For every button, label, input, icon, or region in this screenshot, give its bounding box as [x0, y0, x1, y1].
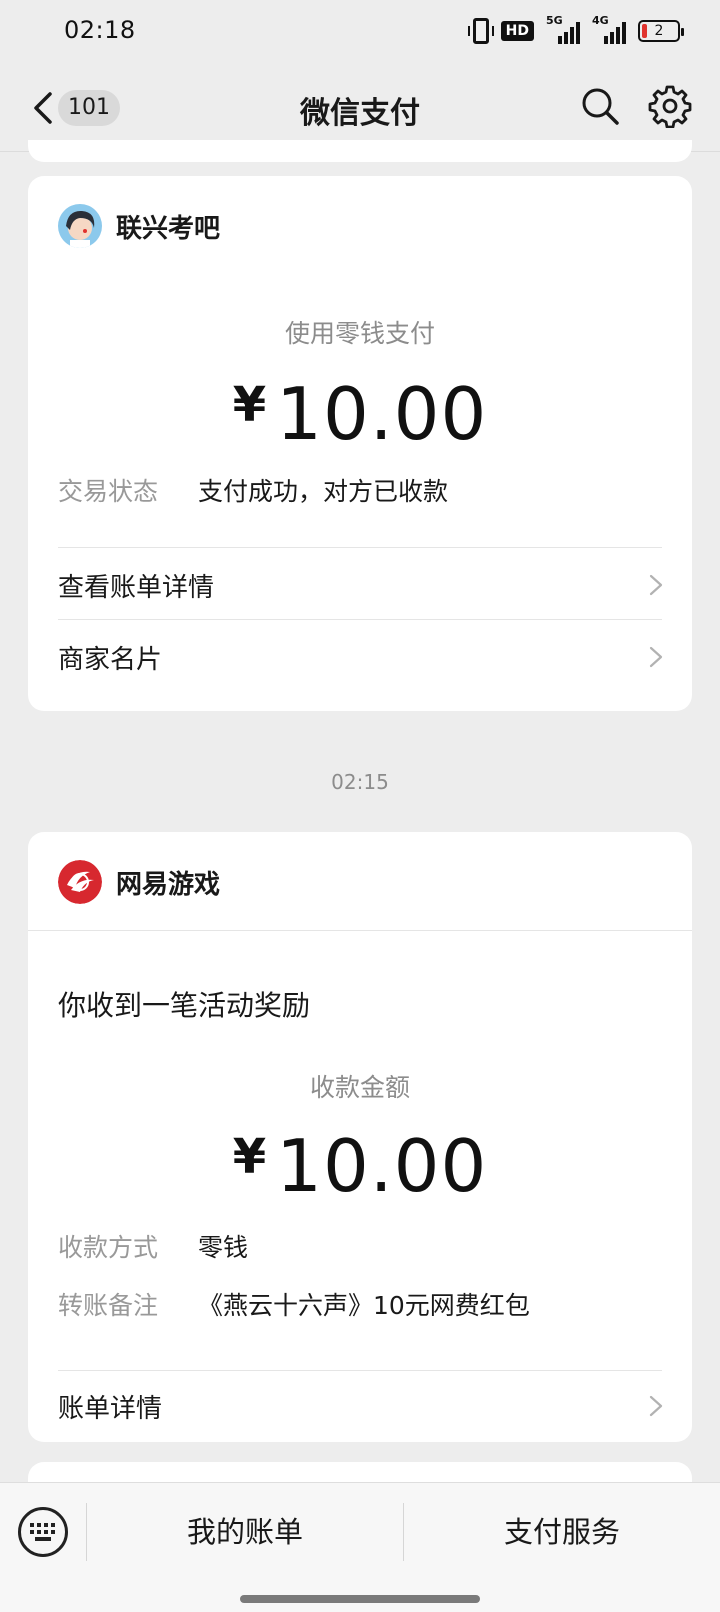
merchant-card-row[interactable]: 商家名片 — [58, 625, 664, 689]
row-label: 账单详情 — [58, 1393, 163, 1424]
signal-5g-icon: 5G — [546, 14, 580, 44]
amount-value: 10.00 — [276, 372, 488, 456]
keyboard-toggle-button[interactable] — [18, 1507, 68, 1557]
amount-label: 收款金额 — [309, 1073, 410, 1102]
divider — [58, 619, 662, 620]
chevron-right-icon — [649, 574, 663, 596]
receive-method-row: 收款方式 零钱 — [58, 1228, 248, 1264]
amount-value: 10.00 — [276, 1124, 488, 1208]
payment-card-1: 联兴考吧 使用零钱支付 ¥10.00 交易状态 支付成功，对方已收款 查看账单详… — [28, 176, 692, 711]
search-icon[interactable] — [580, 86, 620, 126]
vibrate-icon — [467, 18, 494, 44]
battery-level: 2 — [654, 23, 664, 39]
view-bill-details-row[interactable]: 查看账单详情 — [58, 553, 664, 617]
divider — [28, 930, 692, 931]
received-amount: ¥10.00 — [28, 1124, 692, 1208]
status-icons: HD 5G 4G 2 — [467, 14, 684, 44]
payment-card-2: 网易游戏 你收到一笔活动奖励 收款金额 ¥10.00 收款方式 零钱 转账备注 … — [28, 832, 692, 1442]
merchant-avatar — [58, 204, 102, 248]
my-bills-tab[interactable]: 我的账单 — [88, 1507, 402, 1557]
note-value: 《燕云十六声》10元网费红包 — [198, 1291, 530, 1320]
transaction-status-row: 交易状态 支付成功，对方已收款 — [58, 472, 448, 508]
gear-icon[interactable] — [648, 84, 692, 128]
payment-services-tab[interactable]: 支付服务 — [404, 1507, 720, 1557]
message-timestamp: 02:15 — [331, 770, 389, 794]
status-value: 支付成功，对方已收款 — [198, 477, 449, 506]
method-value: 零钱 — [198, 1233, 249, 1262]
chevron-right-icon — [649, 646, 663, 668]
status-bar: 02:18 HD 5G 4G 2 — [0, 0, 720, 66]
note-key: 转账备注 — [58, 1291, 159, 1320]
notice-headline: 你收到一笔活动奖励 — [58, 989, 311, 1022]
status-time: 02:18 — [64, 16, 136, 44]
netease-logo-icon — [58, 860, 102, 904]
signal-4g-icon: 4G — [592, 14, 626, 44]
previous-card-partial — [28, 140, 692, 162]
home-indicator[interactable] — [240, 1595, 480, 1603]
battery-icon: 2 — [638, 20, 684, 42]
keyboard-icon — [30, 1523, 55, 1541]
merchant-name: 联兴考吧 — [116, 213, 221, 244]
row-label: 查看账单详情 — [58, 572, 215, 603]
chevron-right-icon — [649, 1395, 663, 1417]
divider — [58, 1370, 662, 1371]
divider — [86, 1503, 87, 1561]
bill-details-row[interactable]: 账单详情 — [58, 1374, 664, 1438]
currency-symbol: ¥ — [232, 377, 267, 433]
merchant-header[interactable]: 联兴考吧 — [58, 204, 220, 248]
merchant-header[interactable]: 网易游戏 — [58, 860, 220, 904]
merchant-name: 网易游戏 — [116, 869, 221, 900]
status-key: 交易状态 — [58, 477, 159, 506]
payment-amount: ¥10.00 — [28, 372, 692, 456]
bottom-menu-bar: 我的账单 支付服务 — [0, 1482, 720, 1612]
pay-method-label: 使用零钱支付 — [284, 319, 435, 348]
row-label: 商家名片 — [58, 644, 163, 675]
divider — [58, 547, 662, 548]
transfer-note-row: 转账备注 《燕云十六声》10元网费红包 — [58, 1286, 530, 1322]
currency-symbol: ¥ — [232, 1129, 267, 1185]
method-key: 收款方式 — [58, 1233, 159, 1262]
hd-voice-icon: HD — [500, 21, 534, 41]
